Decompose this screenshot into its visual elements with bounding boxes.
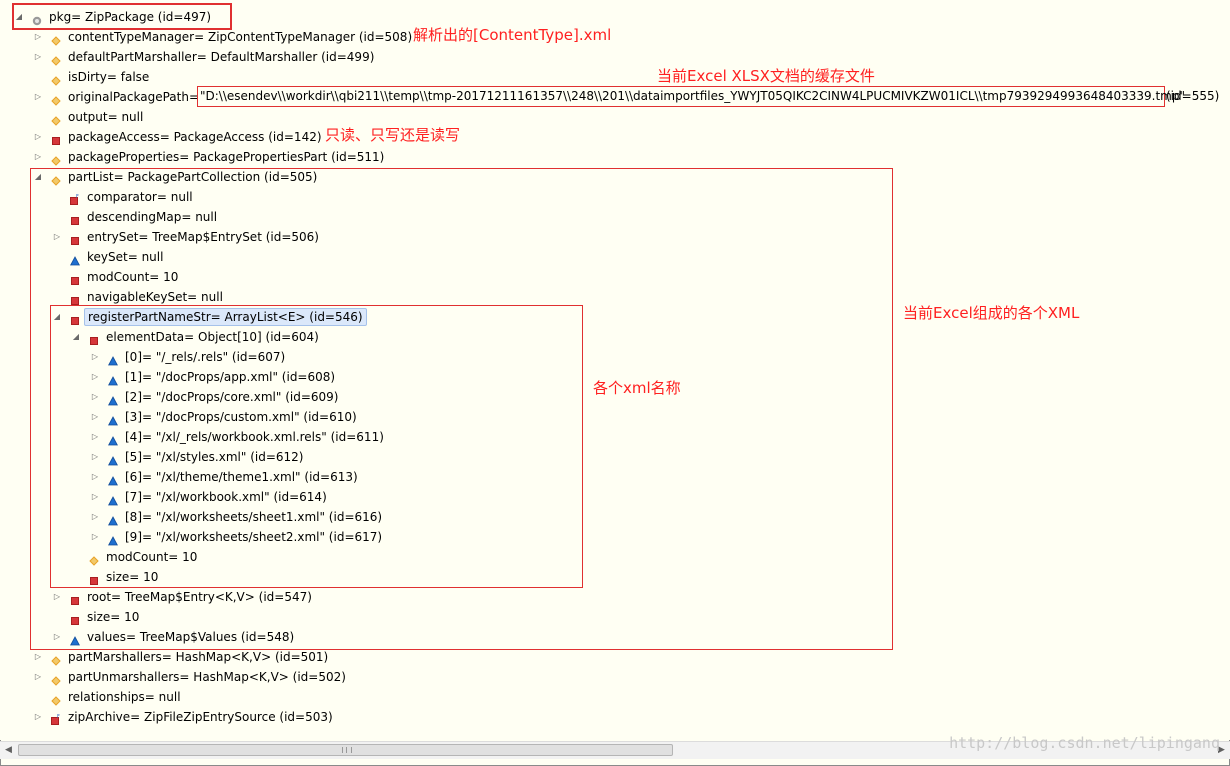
diamond-icon <box>51 52 61 66</box>
scroll-left-arrow-icon[interactable]: ◀ <box>0 742 17 759</box>
tree-row-label: zipArchive= ZipFileZipEntrySource (id=50… <box>68 710 333 724</box>
tree-row-label: packageProperties= PackagePropertiesPart… <box>68 150 385 164</box>
tree-row-label: partMarshallers= HashMap<K,V> (id=501) <box>68 650 329 664</box>
diamond-icon <box>51 652 61 666</box>
svg-text:F: F <box>57 714 60 720</box>
expand-arrow-icon[interactable]: ▷ <box>33 647 43 667</box>
tree-row-label: contentTypeManager= ZipContentTypeManage… <box>68 30 413 44</box>
expand-arrow-icon[interactable]: ▷ <box>33 147 43 167</box>
tree-row-label: isDirty= false <box>68 70 150 84</box>
diamond-icon <box>51 692 61 706</box>
annotation-cache-file: 当前Excel XLSX文档的缓存文件 <box>657 67 875 85</box>
expand-arrow-icon[interactable]: ▷ <box>33 127 43 147</box>
expand-arrow-icon[interactable]: ▷ <box>33 27 43 47</box>
annotation-access: 只读、只写还是读写 <box>325 126 461 144</box>
watermark: http://blog.csdn.net/lipinganq <box>949 734 1220 752</box>
expand-arrow-icon[interactable]: ▷ <box>33 87 43 107</box>
scrollbar-thumb[interactable] <box>18 744 673 756</box>
tree-row-label: defaultPartMarshaller= DefaultMarshaller… <box>68 50 375 64</box>
private-field-icon <box>51 132 61 145</box>
diamond-icon <box>51 32 61 46</box>
diamond-icon <box>51 152 61 166</box>
tree-row-label: output= null <box>68 110 144 124</box>
annotation-content-type: 解析出的[ContentType].xml <box>413 26 612 44</box>
diamond-icon <box>51 672 61 686</box>
tree-row-label: originalPackagePath= <box>68 90 200 104</box>
original-path-string: "D:\\esendev\\workdir\\qbi211\\temp\\tmp… <box>200 89 1186 103</box>
private-final-field-icon: F <box>51 712 61 725</box>
diamond-icon <box>51 92 61 106</box>
annotation-xml-names: 各个xml名称 <box>593 379 681 397</box>
tree-row-label: partUnmarshallers= HashMap<K,V> (id=502) <box>68 670 346 684</box>
original-path-id-text: (id=555) <box>1166 89 1220 103</box>
diamond-icon <box>51 72 61 86</box>
pkg-highlight-box <box>12 3 232 30</box>
tree-row-label: relationships= null <box>68 690 181 704</box>
expand-arrow-icon[interactable]: ▷ <box>33 667 43 687</box>
register-part-highlight-box <box>50 305 583 588</box>
expand-arrow-icon[interactable]: ▷ <box>33 707 43 727</box>
expand-arrow-icon[interactable]: ▷ <box>33 47 43 67</box>
diamond-icon <box>51 112 61 126</box>
grip-icon <box>342 747 352 753</box>
tree-row-label: packageAccess= PackageAccess (id=142) <box>68 130 322 144</box>
annotation-xml-parts: 当前Excel组成的各个XML <box>903 304 1080 322</box>
